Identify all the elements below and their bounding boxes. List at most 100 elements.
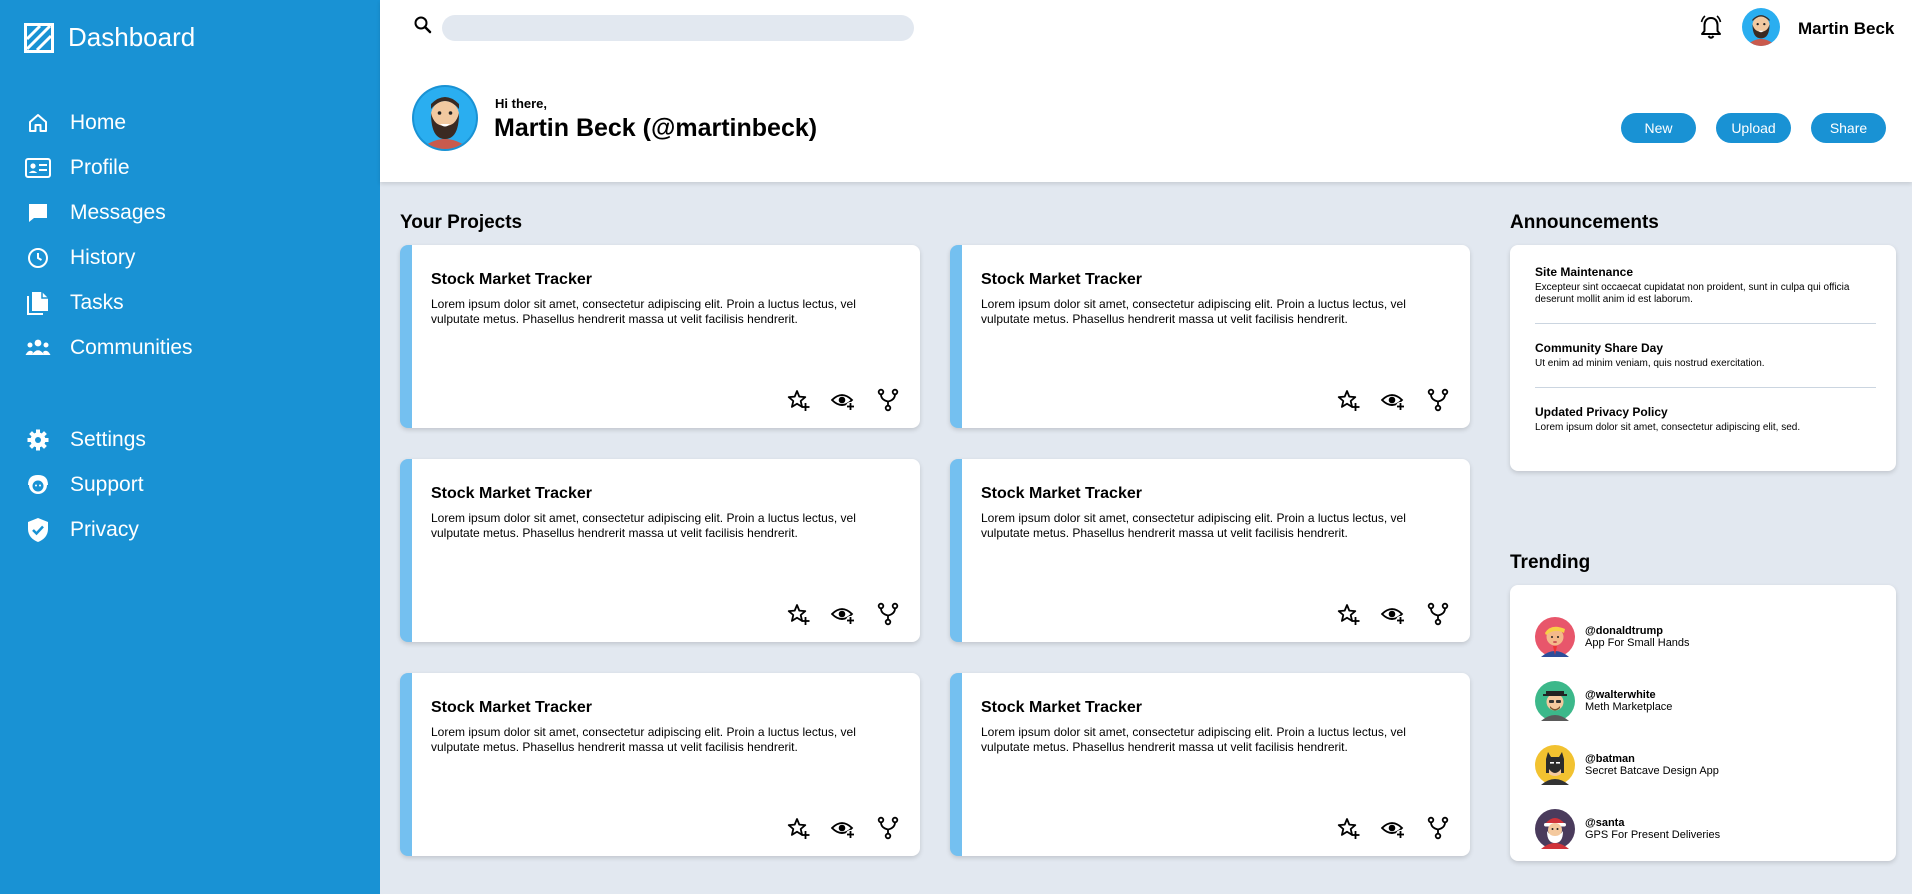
announcement-heading: Site Maintenance (1535, 265, 1634, 279)
project-card[interactable]: Stock Market Tracker Lorem ipsum dolor s… (400, 245, 920, 428)
greeting: Hi there, (495, 96, 548, 111)
trending-item[interactable]: @batman Secret Batcave Design App (1535, 733, 1871, 797)
sidebar-item-settings[interactable]: Settings (24, 417, 354, 462)
nav-divider (24, 370, 354, 417)
trending-text: @santa GPS For Present Deliveries (1585, 817, 1720, 841)
avatar (1535, 617, 1575, 657)
header: Martin Beck Hi there, Martin Beck (@mart… (380, 0, 1912, 182)
project-title: Stock Market Tracker (981, 485, 1142, 502)
sidebar-item-home[interactable]: Home (24, 100, 354, 145)
project-title: Stock Market Tracker (431, 485, 592, 502)
announcement-heading: Updated Privacy Policy (1535, 405, 1668, 419)
profile-avatar (412, 85, 478, 151)
trending-item[interactable]: @walterwhite Meth Marketplace (1535, 669, 1871, 733)
project-actions (786, 816, 900, 840)
sidebar-item-tasks[interactable]: Tasks (24, 280, 354, 325)
project-title: Stock Market Tracker (431, 699, 592, 716)
search-input[interactable] (442, 15, 914, 41)
chat-bubble-icon (24, 199, 52, 227)
sidebar-item-label: Communities (70, 335, 193, 359)
avatar[interactable] (1742, 8, 1780, 46)
fork-icon[interactable] (1426, 602, 1450, 626)
project-actions (1336, 816, 1450, 840)
trending-item[interactable]: @donaldtrump App For Small Hands (1535, 605, 1871, 669)
project-card[interactable]: Stock Market Tracker Lorem ipsum dolor s… (950, 245, 1470, 428)
project-actions (786, 602, 900, 626)
star-add-icon[interactable] (1336, 816, 1360, 840)
fork-icon[interactable] (1426, 816, 1450, 840)
watch-add-icon[interactable] (831, 816, 855, 840)
sidebar-item-profile[interactable]: Profile (24, 145, 354, 190)
trending-text: @donaldtrump App For Small Hands (1585, 625, 1690, 649)
announcement-text: Ut enim ad minim veniam, quis nostrud ex… (1535, 358, 1765, 369)
avatar (1535, 745, 1575, 785)
trending-project: GPS For Present Deliveries (1585, 829, 1721, 841)
trending-item[interactable]: @santa GPS For Present Deliveries (1535, 797, 1871, 861)
project-card[interactable]: Stock Market Tracker Lorem ipsum dolor s… (400, 459, 920, 642)
star-add-icon[interactable] (1336, 388, 1360, 412)
announcement-text: Excepteur sint occaecat cupidatat non pr… (1535, 282, 1850, 305)
watch-add-icon[interactable] (1381, 388, 1405, 412)
project-actions (1336, 388, 1450, 412)
announcements-title: Announcements (1510, 212, 1659, 233)
announcement-heading: Community Share Day (1535, 341, 1664, 355)
watch-add-icon[interactable] (831, 388, 855, 412)
sidebar-item-history[interactable]: History (24, 235, 354, 280)
home-icon (24, 109, 52, 137)
page-title: Martin Beck (@martinbeck) (494, 114, 818, 142)
trending-text: @batman Secret Batcave Design App (1585, 753, 1719, 777)
trending-text: @walterwhite Meth Marketplace (1585, 689, 1672, 713)
sidebar-item-messages[interactable]: Messages (24, 190, 354, 235)
project-card[interactable]: Stock Market Tracker Lorem ipsum dolor s… (950, 459, 1470, 642)
announcement-item[interactable]: Community Share Day Ut enim ad minim ven… (1535, 341, 1876, 388)
share-button[interactable]: Share (1811, 113, 1886, 143)
gear-icon (24, 426, 52, 454)
sidebar-item-label: Privacy (70, 517, 139, 541)
bell-icon[interactable] (1698, 14, 1724, 42)
star-add-icon[interactable] (1336, 602, 1360, 626)
support-agent-icon (24, 471, 52, 499)
star-add-icon[interactable] (786, 602, 810, 626)
project-title: Stock Market Tracker (981, 271, 1142, 288)
fork-icon[interactable] (876, 816, 900, 840)
fork-icon[interactable] (876, 602, 900, 626)
announcements-panel: Site Maintenance Excepteur sint occaecat… (1510, 245, 1896, 471)
sidebar-item-label: Support (70, 472, 144, 496)
upload-button[interactable]: Upload (1716, 113, 1791, 143)
star-add-icon[interactable] (786, 816, 810, 840)
fork-icon[interactable] (876, 388, 900, 412)
watch-add-icon[interactable] (831, 602, 855, 626)
trending-project: Secret Batcave Design App (1585, 765, 1719, 777)
trending-project: App For Small Hands (1585, 637, 1690, 649)
sidebar-item-privacy[interactable]: Privacy (24, 507, 354, 552)
announcement-text: Lorem ipsum dolor sit amet, consectetur … (1535, 422, 1801, 433)
project-title: Stock Market Tracker (431, 271, 592, 288)
sidebar-item-label: Settings (70, 427, 146, 451)
sidebar-item-support[interactable]: Support (24, 462, 354, 507)
watch-add-icon[interactable] (1381, 816, 1405, 840)
new-button[interactable]: New (1621, 113, 1696, 143)
brand[interactable]: Dashboard (24, 22, 195, 53)
announcement-item[interactable]: Site Maintenance Excepteur sint occaecat… (1535, 265, 1876, 324)
avatar (1535, 681, 1575, 721)
documents-icon (24, 289, 52, 317)
logo-icon (24, 22, 54, 53)
top-username[interactable]: Martin Beck (1798, 19, 1894, 39)
sidebar-item-label: Messages (70, 200, 166, 224)
app-title: Dashboard (68, 22, 196, 52)
search-icon[interactable] (412, 14, 434, 36)
star-add-icon[interactable] (786, 388, 810, 412)
sidebar-item-communities[interactable]: Communities (24, 325, 354, 370)
project-description: Lorem ipsum dolor sit amet, consectetur … (981, 725, 1406, 754)
sidebar-item-label: Tasks (70, 290, 124, 314)
watch-add-icon[interactable] (1381, 602, 1405, 626)
project-card[interactable]: Stock Market Tracker Lorem ipsum dolor s… (400, 673, 920, 856)
project-actions (1336, 602, 1450, 626)
sidebar: Dashboard Home Profile Messages History (0, 0, 380, 894)
sidebar-item-label: History (70, 245, 136, 269)
project-card[interactable]: Stock Market Tracker Lorem ipsum dolor s… (950, 673, 1470, 856)
projects-title: Your Projects (400, 212, 523, 233)
sidebar-item-label: Profile (70, 155, 130, 179)
fork-icon[interactable] (1426, 388, 1450, 412)
announcement-item[interactable]: Updated Privacy Policy Lorem ipsum dolor… (1535, 405, 1876, 451)
